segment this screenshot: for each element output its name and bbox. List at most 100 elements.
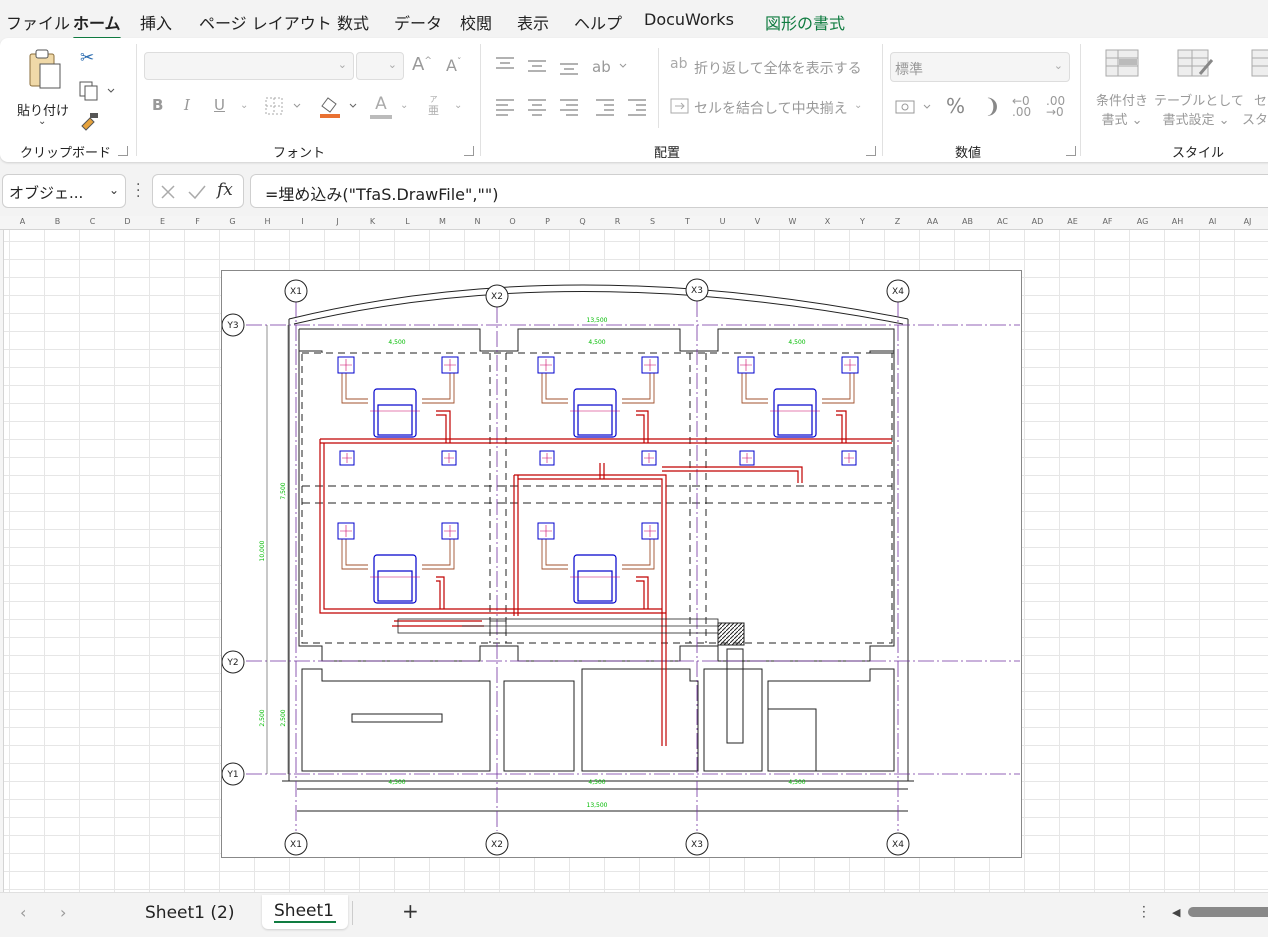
comma-button[interactable]: ❩	[984, 94, 1001, 118]
column-header[interactable]: U	[705, 217, 740, 226]
horizontal-align-icons[interactable]	[492, 96, 652, 120]
scroll-left-icon[interactable]: ◀	[1172, 906, 1180, 919]
tab-shape-format[interactable]: 図形の書式	[765, 10, 845, 34]
column-header[interactable]: N	[460, 217, 495, 226]
underline-dropdown-icon[interactable]: ⌄	[240, 100, 248, 111]
clipboard-launcher-icon[interactable]	[118, 146, 128, 156]
tab-home[interactable]: ホーム	[73, 10, 121, 40]
font-color-dropdown-icon[interactable]: ⌄	[400, 100, 408, 111]
column-header[interactable]: B	[40, 217, 75, 226]
column-header[interactable]: Y	[845, 217, 880, 226]
phonetic-button[interactable]: ア亜	[428, 94, 439, 116]
column-header[interactable]: AH	[1160, 217, 1195, 226]
vertical-align-icons[interactable]: ab	[492, 52, 642, 80]
cut-icon[interactable]: ✂	[80, 48, 94, 68]
chevron-down-icon[interactable]: ⌄	[109, 183, 119, 197]
conditional-format-button[interactable]: 条件付き 書式 ⌄	[1092, 48, 1152, 128]
font-color-button[interactable]: A	[370, 94, 392, 119]
tab-data[interactable]: データ	[394, 10, 442, 34]
horizontal-scrollbar-thumb[interactable]	[1188, 907, 1268, 917]
add-sheet-button[interactable]: +	[402, 899, 419, 923]
phonetic-dropdown-icon[interactable]: ⌄	[454, 100, 462, 111]
column-header[interactable]: D	[110, 217, 145, 226]
column-header[interactable]: L	[390, 217, 425, 226]
column-header[interactable]: AA	[915, 217, 950, 226]
tab-review[interactable]: 校閲	[460, 10, 492, 34]
scroll-tabs-left-icon[interactable]: ‹	[20, 903, 26, 922]
font-name-select[interactable]: ⌄	[144, 52, 354, 80]
name-box[interactable]: オブジェ... ⌄	[2, 174, 126, 208]
column-header[interactable]: X	[810, 217, 845, 226]
embedded-cad-object[interactable]: X1 X2 X3 X4 X1 X2 X3 X4 Y3 Y2 Y1 13,500 …	[221, 270, 1022, 858]
wrap-text-button[interactable]: 折り返して全体を表示する	[694, 58, 862, 78]
scroll-tabs-right-icon[interactable]: ›	[60, 903, 66, 922]
number-launcher-icon[interactable]	[1066, 146, 1076, 156]
tab-formulas[interactable]: 数式	[337, 10, 369, 34]
copy-button[interactable]	[78, 80, 118, 106]
merge-center-button[interactable]: セルを結合して中央揃え	[694, 98, 848, 118]
increase-decimal-icon[interactable]: ←0.00	[1012, 95, 1031, 118]
decrease-decimal-icon[interactable]: .00 →0	[1046, 95, 1065, 118]
more-options-icon[interactable]: · · ·	[1142, 901, 1146, 923]
tab-page-layout[interactable]: ページ レイアウト	[199, 10, 332, 34]
font-shrink-icon[interactable]: Aˇ	[446, 56, 461, 75]
column-header[interactable]: AB	[950, 217, 985, 226]
bold-button[interactable]: B	[152, 96, 163, 114]
tab-help[interactable]: ヘルプ	[574, 10, 622, 34]
column-header[interactable]: AG	[1125, 217, 1160, 226]
column-header[interactable]: M	[425, 217, 460, 226]
column-header[interactable]: H	[250, 217, 285, 226]
formula-input[interactable]: =埋め込み("TfaS.DrawFile","")	[250, 174, 1268, 208]
column-header[interactable]: J	[320, 217, 355, 226]
column-header[interactable]: R	[600, 217, 635, 226]
column-header[interactable]: AI	[1195, 217, 1230, 226]
column-header[interactable]: S	[635, 217, 670, 226]
column-header[interactable]: I	[285, 217, 320, 226]
format-painter-icon[interactable]	[78, 110, 100, 136]
column-header[interactable]: T	[670, 217, 705, 226]
accounting-format-icon[interactable]	[894, 96, 936, 118]
column-header[interactable]: AD	[1020, 217, 1055, 226]
font-size-select[interactable]: ⌄	[356, 52, 404, 80]
font-launcher-icon[interactable]	[464, 146, 474, 156]
format-as-table-button[interactable]: テーブルとして 書式設定 ⌄	[1154, 48, 1244, 128]
sheet-tab-sheet1-2[interactable]: Sheet1 (2)	[145, 903, 234, 923]
cancel-icon[interactable]	[159, 183, 177, 201]
column-header[interactable]: E	[145, 217, 180, 226]
percent-button[interactable]: %	[946, 94, 965, 118]
fill-color-button[interactable]	[318, 94, 362, 124]
paste-button[interactable]: 貼り付け ⌄	[14, 46, 74, 127]
column-header[interactable]: AE	[1055, 217, 1090, 226]
font-grow-icon[interactable]: A^	[412, 54, 432, 75]
column-header[interactable]: P	[530, 217, 565, 226]
column-header[interactable]: F	[180, 217, 215, 226]
column-header[interactable]: G	[215, 217, 250, 226]
more-options-icon[interactable]: · · ·	[136, 178, 140, 204]
tab-view[interactable]: 表示	[517, 10, 549, 34]
alignment-launcher-icon[interactable]	[866, 146, 876, 156]
insert-function-button[interactable]: fx	[217, 180, 233, 200]
sheet-tab-sheet1-active[interactable]: Sheet1	[262, 895, 348, 929]
column-header[interactable]: V	[740, 217, 775, 226]
column-header[interactable]: O	[495, 217, 530, 226]
cell-styles-button[interactable]: セル スタイ	[1240, 48, 1268, 128]
underline-button[interactable]: U	[214, 96, 225, 114]
italic-button[interactable]: I	[184, 96, 190, 114]
column-header[interactable]: A	[5, 217, 40, 226]
column-header[interactable]: Z	[880, 217, 915, 226]
tab-docuworks[interactable]: DocuWorks	[644, 10, 734, 29]
tab-insert[interactable]: 挿入	[140, 10, 172, 34]
enter-icon[interactable]	[187, 183, 207, 201]
border-button[interactable]	[264, 96, 304, 122]
column-header[interactable]: W	[775, 217, 810, 226]
column-header[interactable]: AJ	[1230, 217, 1265, 226]
merge-dropdown-icon[interactable]: ⌄	[854, 100, 862, 111]
column-header[interactable]: K	[355, 217, 390, 226]
paste-dropdown-icon[interactable]: ⌄	[38, 116, 46, 127]
tab-file[interactable]: ファイル	[6, 10, 70, 34]
column-header[interactable]: Q	[565, 217, 600, 226]
number-format-select[interactable]: 標準 ⌄	[890, 52, 1070, 82]
column-header[interactable]: C	[75, 217, 110, 226]
column-header[interactable]: AC	[985, 217, 1020, 226]
column-header[interactable]: AF	[1090, 217, 1125, 226]
